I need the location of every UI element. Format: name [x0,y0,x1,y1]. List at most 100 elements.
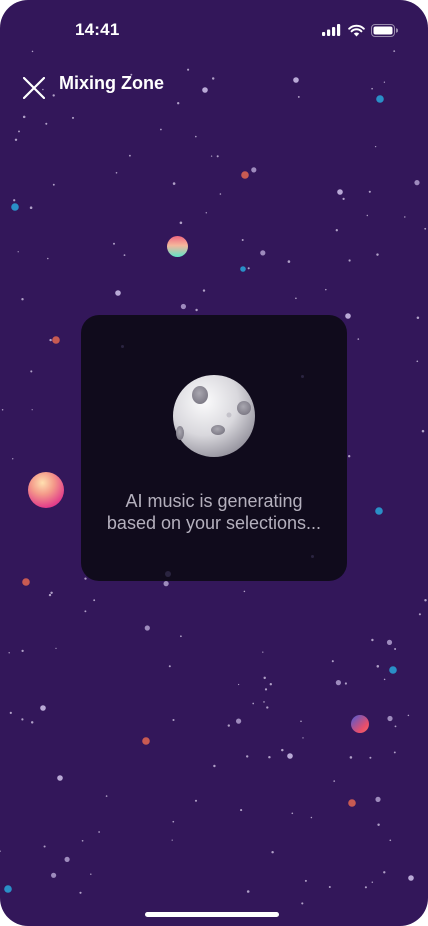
star [414,180,420,186]
star [0,850,1,852]
star [144,625,150,631]
accent-star [337,189,343,195]
star [291,812,294,815]
star [348,455,351,458]
small-planet-decoration [167,236,188,257]
star [123,254,126,256]
star [237,683,240,686]
star [424,598,427,602]
star [269,683,272,686]
star [416,360,419,363]
star [404,216,406,218]
star [393,751,396,754]
star [263,676,266,680]
star [195,135,197,138]
star [9,711,12,715]
star [304,879,307,882]
header: Mixing Zone [0,66,428,106]
star [128,154,131,157]
screen: 14:41 Mixing Zone AI music is generating… [0,0,428,926]
star [416,316,420,320]
star [407,714,410,717]
star-dot [301,375,304,378]
accent-star [348,799,356,807]
star [52,183,55,186]
accent-star [375,507,383,515]
cellular-signal-icon [322,24,341,36]
star [14,138,18,141]
star [45,122,48,125]
star [335,229,338,232]
star [21,649,24,653]
star [328,885,331,889]
star [262,651,264,653]
home-indicator[interactable] [145,912,279,917]
star [163,581,169,587]
wifi-icon [348,24,365,36]
star [171,839,173,841]
accent-star [40,705,46,711]
star [325,288,327,291]
star [263,701,265,703]
close-button[interactable] [18,72,50,104]
star [260,250,266,256]
star [195,308,198,312]
star [160,128,162,131]
star [368,190,371,193]
star [55,647,57,650]
status-time: 14:41 [75,20,120,39]
star [371,881,374,883]
page-title: Mixing Zone [59,73,164,93]
star [377,823,380,827]
star [49,338,52,342]
accent-star [57,775,63,781]
star [300,720,302,723]
star [180,635,182,638]
accent-star [142,737,150,745]
status-message-line-2: based on your selections... [106,513,322,533]
star [8,652,10,654]
star [30,721,34,724]
star [295,297,297,300]
battery-icon [371,23,398,37]
star [266,706,269,709]
star-dot [165,571,171,577]
star [369,756,372,759]
star [31,409,33,411]
star [84,577,87,580]
star [387,715,393,722]
star [394,648,397,650]
pink-planet-decoration [28,472,64,508]
star [357,338,360,340]
accent-star [241,171,249,179]
star [22,115,26,119]
star [205,212,208,214]
star [424,227,427,230]
star [21,718,24,721]
star [113,242,115,245]
star [271,850,274,854]
red-planet-decoration [351,715,369,733]
star [71,116,75,119]
accent-star [22,578,30,586]
star [50,591,53,595]
star-dot [121,345,124,348]
star [236,718,242,724]
star [252,702,255,705]
star [333,780,336,782]
star [287,260,291,263]
accent-star [115,290,121,296]
star [366,214,369,217]
star [331,660,334,663]
star [168,665,171,668]
star [344,682,347,685]
star [115,171,118,174]
accent-star [52,336,60,344]
generation-status-message: AI music is generating based on your sel… [81,490,347,534]
star [1,408,4,411]
star [227,724,230,727]
star [246,890,250,893]
star [64,856,70,863]
status-bar: 14:41 [0,0,428,56]
star [375,796,381,803]
